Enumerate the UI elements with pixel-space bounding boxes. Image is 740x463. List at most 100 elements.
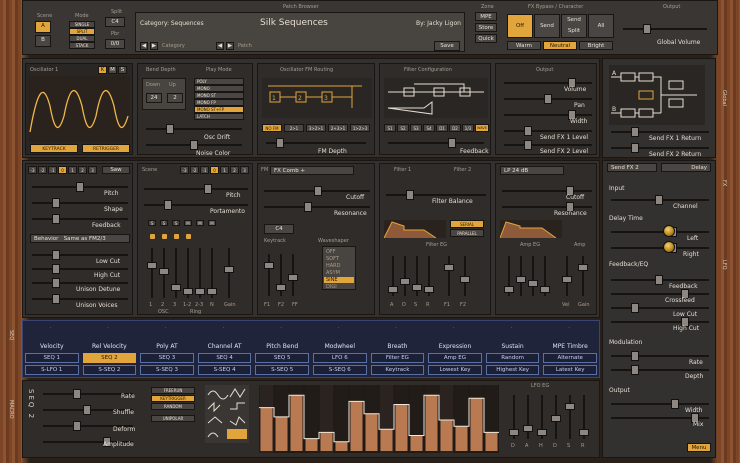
mod-source-row1[interactable]: SEQ 3 (140, 353, 194, 363)
lfo-shape-selector[interactable] (205, 385, 249, 443)
side-tab-fx[interactable]: FX (721, 180, 727, 186)
delay-feedback-slider[interactable] (611, 275, 709, 285)
scene-pitch-slider[interactable] (144, 184, 248, 194)
lfo-eg-hold[interactable] (537, 395, 547, 439)
scene-oct-m1[interactable]: -1 (200, 166, 209, 174)
ring12-level-fader[interactable] (183, 248, 193, 298)
delay-right-slider[interactable] (611, 243, 709, 253)
mod-source-row1[interactable]: Alternate (543, 353, 597, 363)
lfo-eg-decay[interactable] (551, 395, 561, 439)
fm-route-3-2-1[interactable]: 3>2>1 (306, 124, 326, 132)
lfo-eg-delay[interactable] (509, 395, 519, 439)
fx-type-select[interactable]: Delay (661, 163, 711, 172)
octave-0[interactable]: 0 (58, 166, 67, 174)
seq-step-bar[interactable] (455, 426, 468, 451)
filter-eg-sustain[interactable] (412, 256, 422, 296)
seq-step-bar[interactable] (425, 395, 438, 451)
seq-step-bar[interactable] (395, 404, 408, 452)
width-slider[interactable] (504, 110, 592, 120)
seq-step-bar[interactable] (290, 395, 303, 451)
filter1-resonance-slider[interactable] (264, 202, 370, 212)
fx-send-button[interactable]: Send (534, 14, 560, 38)
high-cut-slider[interactable] (32, 264, 128, 274)
filter-eg-attack[interactable] (388, 256, 398, 296)
wave-type-select[interactable]: Saw (102, 166, 130, 174)
seq-step-bar[interactable] (305, 438, 318, 451)
fx-send-split-button[interactable]: Send Split (561, 14, 587, 38)
lfo-eg-release[interactable] (579, 395, 589, 439)
trigger-freerun[interactable]: FREERUN (151, 387, 195, 394)
ws-sine[interactable]: SINE (324, 277, 354, 283)
fm-route-nofm[interactable]: NO FM (262, 124, 282, 132)
quick-button[interactable]: Quick (475, 34, 497, 43)
seq-step-bar[interactable] (365, 413, 378, 451)
filter1-cutoff-slider[interactable] (264, 186, 370, 196)
fx-low-cut-slider[interactable] (611, 303, 709, 313)
fx-off-button[interactable]: Off (507, 14, 533, 38)
mod-source-row2[interactable]: S-SEQ 5 (255, 365, 309, 375)
scene-b-button[interactable]: B (35, 35, 51, 47)
octave-p3[interactable]: 3 (88, 166, 97, 174)
send-fx2-return-slider[interactable] (611, 143, 709, 153)
mod-source-row2[interactable]: Keytrack (370, 365, 425, 375)
ring23-mute[interactable]: M (196, 220, 204, 226)
playmode-mono-fp[interactable]: MONO FP (194, 99, 244, 106)
mod-source-row1[interactable]: Filter EG (370, 353, 425, 363)
fm-route-1-2-3[interactable]: 1>2>3 (350, 124, 370, 132)
mod-source-row1[interactable]: SEQ 2 (82, 353, 137, 363)
ws-hard[interactable]: HARD (326, 263, 341, 269)
send-fx1-level-slider[interactable] (504, 126, 592, 136)
input-channel-slider[interactable] (611, 195, 709, 205)
mode-stack[interactable]: STACK (69, 42, 95, 49)
playmode-poly[interactable]: POLY (194, 78, 244, 85)
scene-oct-p3[interactable]: 3 (240, 166, 249, 174)
side-tab-seq[interactable]: SEQ (8, 330, 14, 340)
delay-right-knob[interactable] (663, 241, 675, 253)
amp-gain-fader[interactable] (578, 256, 588, 296)
osc3-solo[interactable]: S (172, 220, 180, 226)
filter-route-wave[interactable]: WAVE (475, 124, 489, 132)
patch-next-button[interactable]: ▶ (226, 42, 234, 50)
fx-width-slider[interactable] (611, 399, 709, 409)
filter-feedback-slider[interactable] (388, 138, 484, 148)
filter-serial-button[interactable]: SERIAL (450, 220, 484, 228)
seq-step-bar[interactable] (275, 416, 288, 451)
lfo-eg-sustain[interactable] (565, 395, 575, 439)
category-prev-button[interactable]: ◀ (140, 42, 148, 50)
send-fx-slot-select[interactable]: Send FX 2 (607, 163, 657, 172)
scene-a-button[interactable]: A (35, 21, 51, 33)
osc1-level-fader[interactable] (147, 248, 157, 298)
ring23-level-fader[interactable] (195, 248, 205, 298)
noise-mute[interactable]: M (208, 220, 216, 226)
seq-step-bar[interactable] (350, 401, 363, 451)
filter-route-s1[interactable]: S1 (384, 124, 396, 132)
amp-eg-decay[interactable] (516, 256, 526, 296)
osc2-solo[interactable]: S (160, 220, 168, 226)
character-bright[interactable]: Bright (579, 41, 613, 50)
osc-solo-s[interactable]: S (118, 66, 127, 74)
fx-mix-slider[interactable] (611, 413, 709, 423)
filter-route-1-3[interactable]: 1/3 (462, 124, 474, 132)
fx-all-button[interactable]: All (588, 14, 614, 38)
scene-oct-m2[interactable]: -2 (190, 166, 199, 174)
filter-route-d1[interactable]: D1 (436, 124, 448, 132)
low-cut-slider[interactable] (32, 250, 128, 260)
mode-single[interactable]: SINGLE (69, 21, 95, 28)
osc-drift-slider[interactable] (146, 124, 242, 134)
osc-pitch-slider[interactable] (32, 182, 128, 192)
fm-route-2-3-1[interactable]: 2+3>1 (328, 124, 348, 132)
seq-step-bar[interactable] (485, 432, 498, 451)
character-warm[interactable]: Warm (507, 41, 541, 50)
filter2-cutoff-slider[interactable] (502, 186, 592, 196)
seq-step-bar[interactable] (440, 420, 453, 451)
octave-p1[interactable]: 1 (68, 166, 77, 174)
amp-eg-release[interactable] (540, 256, 550, 296)
mod-source-row2[interactable]: Latest Key (543, 365, 597, 375)
character-neutral[interactable]: Neutral (543, 41, 577, 50)
filter-eg-f1-amount[interactable] (444, 256, 454, 296)
pan-slider[interactable] (504, 94, 592, 104)
fm-route-2-1[interactable]: 2>1 (284, 124, 304, 132)
seq-rate-slider[interactable] (43, 389, 133, 399)
split-value[interactable]: C4 (105, 17, 125, 27)
ring12-mute[interactable]: M (184, 220, 192, 226)
